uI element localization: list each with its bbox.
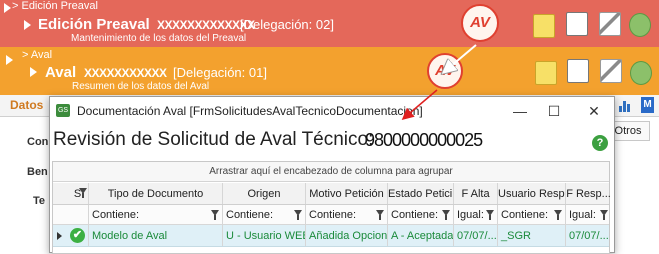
column-header-motivo-peticion[interactable]: Motivo Petición [306, 183, 388, 204]
breadcrumb-aval[interactable]: > Aval [22, 49, 52, 61]
breadcrumb-preaval[interactable]: > Edición Preaval [12, 0, 98, 12]
filter-funnel-icon[interactable] [486, 210, 494, 220]
background-label-con: Con [27, 136, 49, 148]
background-label-te: Te [33, 195, 46, 207]
background-label-ben: Ben [27, 166, 48, 178]
tab-datos[interactable]: Datos [10, 98, 43, 112]
close-button[interactable]: ✕ [579, 100, 609, 122]
word-doc-icon[interactable]: M [641, 97, 654, 113]
group-by-panel[interactable]: Arrastrar aquí el encabezado de columna … [53, 162, 609, 182]
row-indicator [53, 225, 67, 246]
refresh-icon[interactable] [629, 13, 651, 37]
app-icon: GS [56, 104, 70, 117]
filter-funnel-icon[interactable] [211, 210, 219, 220]
column-header-f-alta[interactable]: F Alta [454, 183, 498, 204]
documentacion-dialog: GS Documentación Aval [FrmSolicitudesAva… [49, 96, 615, 254]
aval-delegacion: [Delegación: 01] [173, 65, 267, 80]
expand-arrow-icon[interactable] [24, 20, 31, 30]
cell-f-resp[interactable]: 07/07/... [566, 225, 611, 246]
av-logo-icon-2: AV [427, 53, 463, 89]
preaval-header: > Edición Preaval Edición Preaval XXXXXX… [0, 0, 659, 47]
aval-header: > Aval Aval XXXXXXXXXXX [Delegación: 01]… [0, 47, 659, 95]
av-logo-icon: AV [461, 4, 499, 42]
dialog-title: Documentación Aval [FrmSolicitudesAvalTe… [77, 104, 423, 118]
cell-estado-peticion[interactable]: A - Aceptada [388, 225, 454, 246]
preaval-delegacion: [Delegación: 02] [240, 17, 334, 32]
filter-funnel-icon[interactable] [600, 210, 608, 220]
filter-funnel-icon[interactable] [554, 210, 562, 220]
bar-chart-icon[interactable] [618, 98, 632, 112]
row-indicator-header [53, 183, 67, 204]
column-header-estado-peticion[interactable]: Estado Petici... [388, 183, 454, 204]
column-header-origen[interactable]: Origen [223, 183, 306, 204]
filter-cell-s[interactable] [67, 205, 89, 224]
column-header-usuario-resp[interactable]: Usuario Resp... [498, 183, 566, 204]
dialog-titlebar[interactable]: GS Documentación Aval [FrmSolicitudesAva… [50, 97, 614, 125]
filter-cell-motivo-peticion[interactable]: Contiene: [306, 205, 388, 224]
filter-cell-f-alta[interactable]: Igual: [454, 205, 498, 224]
preaval-title: Edición Preaval [38, 16, 150, 33]
maximize-button[interactable]: ☐ [539, 100, 569, 122]
collapse-arrow-icon-2[interactable] [6, 55, 13, 65]
cell-usuario-resp[interactable]: _SGR [498, 225, 566, 246]
column-header-s[interactable]: S [67, 183, 89, 204]
grid-filter-row: Contiene: Contiene: Contiene: Contiene: … [53, 205, 609, 225]
grid-header-row: S Tipo de Documento Origen Motivo Petici… [53, 183, 611, 205]
table-row[interactable]: ✔ Modelo de Aval U - Usuario WEB Añadida… [53, 225, 609, 247]
aval-title: Aval [45, 64, 77, 81]
document-list-icon-2[interactable] [567, 59, 589, 83]
filter-row-indicator [53, 205, 67, 224]
dialog-heading-number: 9800000000025 [365, 130, 483, 150]
filter-funnel-icon[interactable] [442, 210, 450, 220]
filter-cell-tipo-documento[interactable]: Contiene: [89, 205, 223, 224]
filter-cell-usuario-resp[interactable]: Contiene: [498, 205, 566, 224]
status-cell[interactable]: ✔ [67, 225, 89, 246]
documents-grid: Arrastrar aquí el encabezado de columna … [52, 161, 611, 254]
expand-arrow-icon-2[interactable] [30, 67, 37, 77]
check-circle-icon: ✔ [70, 228, 85, 243]
note-icon[interactable] [533, 14, 555, 38]
document-list-icon[interactable] [566, 12, 588, 36]
collapse-arrow-icon[interactable] [4, 3, 11, 13]
aval-redacted-id: XXXXXXXXXXX [84, 66, 167, 80]
cell-motivo-peticion[interactable]: Añadida Opcion... [306, 225, 388, 246]
aval-subtitle: Resumen de los datos del Aval [72, 81, 210, 92]
cell-f-alta[interactable]: 07/07/... [454, 225, 498, 246]
refresh-icon-2[interactable] [630, 61, 652, 85]
filter-cell-origen[interactable]: Contiene: [223, 205, 306, 224]
filter-funnel-icon[interactable] [294, 210, 302, 220]
edit-pen-icon-2[interactable] [600, 59, 622, 83]
row-pointer-icon [57, 232, 62, 240]
filter-cell-estado-peticion[interactable]: Contiene: [388, 205, 454, 224]
column-header-f-resp[interactable]: F Resp... [566, 183, 611, 204]
help-icon[interactable]: ? [592, 135, 608, 151]
minimize-button[interactable]: — [505, 100, 535, 122]
column-header-tipo-documento[interactable]: Tipo de Documento [89, 183, 223, 204]
preaval-subtitle: Mantenimiento de los datos del Preaval [71, 33, 247, 44]
edit-pen-icon[interactable] [599, 12, 621, 36]
cell-tipo-documento[interactable]: Modelo de Aval [89, 225, 223, 246]
dialog-heading: Revisión de Solicitud de Aval Técnico: [53, 129, 374, 150]
note-icon-2[interactable] [535, 61, 557, 85]
filter-cell-f-resp[interactable]: Igual: [566, 205, 611, 224]
cell-origen[interactable]: U - Usuario WEB [223, 225, 306, 246]
filter-funnel-icon[interactable] [376, 210, 384, 220]
